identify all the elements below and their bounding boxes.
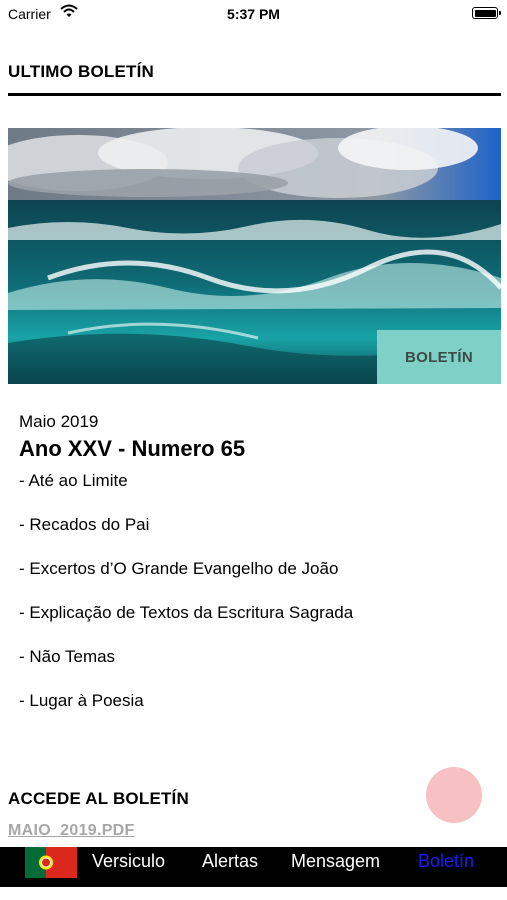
title-divider <box>8 93 501 96</box>
tab-mensagem[interactable]: Mensagem <box>291 851 380 872</box>
list-item: - Lugar à Poesia <box>19 691 144 710</box>
page-title: ULTIMO BOLETÍN <box>8 62 155 81</box>
issue-title: Ano XXV - Numero 65 <box>19 436 246 461</box>
list-item: - Excertos d’O Grande Evangelho de João <box>19 559 339 578</box>
tab-bar: Versiculo Alertas Mensagem Boletín <box>0 847 507 887</box>
battery-icon <box>472 7 501 19</box>
list-item: - Até ao Limite <box>19 471 128 490</box>
tab-versiculo[interactable]: Versiculo <box>92 851 165 872</box>
hero-image[interactable]: BOLETÍN <box>8 128 501 384</box>
clock-label: 5:37 PM <box>227 6 280 22</box>
issue-contents-list: - Até ao Limite - Recados do Pai - Excer… <box>19 470 353 734</box>
boletin-badge: BOLETÍN <box>377 330 501 384</box>
portugal-flag-icon[interactable] <box>25 847 77 878</box>
floating-action-button[interactable] <box>426 767 482 823</box>
tab-boletin[interactable]: Boletín <box>418 851 474 872</box>
list-item: - Recados do Pai <box>19 515 150 534</box>
status-bar: Carrier 5:37 PM <box>0 0 507 28</box>
list-item: - Explicação de Textos da Escritura Sagr… <box>19 603 354 622</box>
tab-alertas[interactable]: Alertas <box>202 851 258 872</box>
access-section-title: ACCEDE AL BOLETÍN <box>8 789 189 808</box>
pdf-download-link[interactable]: MAIO_2019.PDF <box>8 822 135 840</box>
list-item: - Não Temas <box>19 647 116 666</box>
issue-date: Maio 2019 <box>19 412 99 431</box>
